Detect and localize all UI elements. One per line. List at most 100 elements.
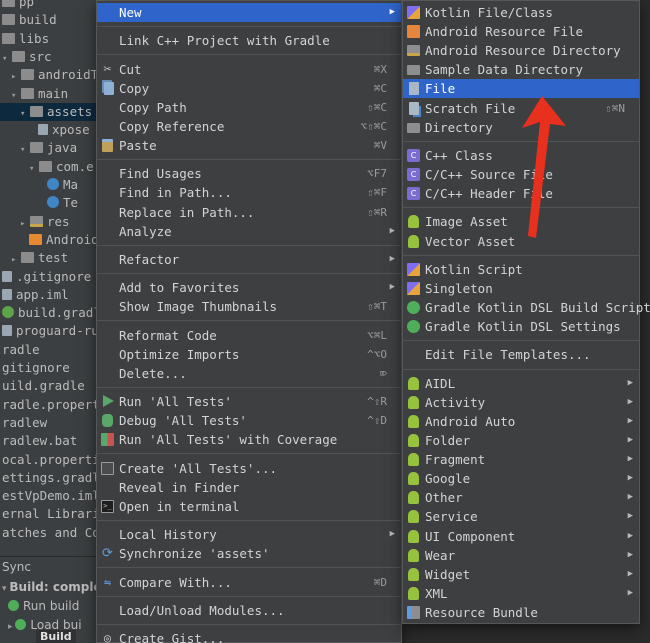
- tree-row-build-gradle[interactable]: build.gradle: [0, 304, 96, 322]
- tree-row-ettings-gradle[interactable]: ettings.gradle: [0, 469, 96, 487]
- menu-item-debug-all-tests[interactable]: Debug 'All Tests' ^⇧D: [97, 411, 401, 430]
- new-menu-item-sample-data-directory[interactable]: Sample Data Directory: [403, 60, 639, 79]
- tree-row-xpose[interactable]: xpose: [0, 121, 90, 139]
- new-menu-item-wear[interactable]: Wear ▶: [403, 546, 639, 565]
- new-menu-item-kotlin-script[interactable]: Kotlin Script: [403, 260, 639, 279]
- new-menu-item-gradle-kotlin-dsl-settings[interactable]: Gradle Kotlin DSL Settings: [403, 317, 639, 336]
- chevron-down-icon[interactable]: ▾: [29, 160, 39, 178]
- new-menu-item-directory[interactable]: Directory: [403, 118, 639, 137]
- new-menu-item-service[interactable]: Service ▶: [403, 507, 639, 526]
- tree-row-radlew-bat[interactable]: radlew.bat: [0, 432, 77, 450]
- new-menu-item-c-c-header-file[interactable]: C C/C++ Header File: [403, 184, 639, 203]
- menu-item-compare-with[interactable]: ⇋ Compare With... ⌘D: [97, 573, 401, 592]
- new-menu-item-file[interactable]: File: [403, 79, 639, 99]
- menu-item-find-in-path[interactable]: Find in Path... ⇧⌘F: [97, 183, 401, 202]
- new-menu-item-android-auto[interactable]: Android Auto ▶: [403, 412, 639, 431]
- new-menu-item-other[interactable]: Other ▶: [403, 488, 639, 507]
- tree-row-androidtes[interactable]: ▸ androidTes: [0, 66, 96, 84]
- tree-row-estvpdemo-iml[interactable]: estVpDemo.iml: [0, 487, 96, 505]
- menu-item-create-all-tests[interactable]: Create 'All Tests'...: [97, 459, 401, 478]
- chevron-right-icon[interactable]: ▸: [20, 215, 30, 233]
- tree-row-atches-and-cons[interactable]: atches and Cons: [0, 524, 96, 542]
- new-menu-item-image-asset[interactable]: Image Asset: [403, 212, 639, 231]
- new-menu-item-android-resource-directory[interactable]: Android Resource Directory: [403, 41, 639, 60]
- chevron-down-icon[interactable]: ▾: [20, 141, 30, 159]
- tree-row-uild-gradle[interactable]: uild.gradle: [0, 377, 85, 395]
- menu-item-link-c-project-with-gradle[interactable]: Link C++ Project with Gradle: [97, 31, 401, 50]
- new-menu-item-folder[interactable]: Folder ▶: [403, 431, 639, 450]
- menu-item-find-usages[interactable]: Find Usages ⌥F7: [97, 164, 401, 183]
- tree-row-gitignore[interactable]: gitignore: [0, 359, 70, 377]
- new-menu-item-xml[interactable]: XML ▶: [403, 584, 639, 603]
- menu-item-synchronize-assets[interactable]: ⟳ Synchronize 'assets': [97, 544, 401, 563]
- tree-row-src[interactable]: ▾ src: [0, 48, 52, 66]
- tree-row-gitignore[interactable]: .gitignore: [0, 268, 91, 286]
- tree-row-android[interactable]: Android: [0, 231, 96, 249]
- new-menu-item-fragment[interactable]: Fragment ▶: [403, 450, 639, 469]
- new-menu-item-vector-asset[interactable]: Vector Asset: [403, 232, 639, 251]
- new-menu-item-aidl[interactable]: AIDL ▶: [403, 374, 639, 393]
- tree-row-proguard-rule[interactable]: proguard-rule: [0, 322, 96, 340]
- menu-item-copy[interactable]: Copy ⌘C: [97, 79, 401, 98]
- new-menu-item-resource-bundle[interactable]: Resource Bundle: [403, 603, 639, 622]
- menu-item-delete[interactable]: Delete... ⌦: [97, 364, 401, 383]
- chevron-down-icon[interactable]: ▾: [2, 50, 12, 68]
- chevron-right-icon[interactable]: ▸: [11, 68, 21, 86]
- menu-item-local-history[interactable]: Local History ▶: [97, 525, 401, 544]
- tree-row-res[interactable]: ▸ res: [0, 213, 70, 231]
- menu-item-copy-reference[interactable]: Copy Reference ⌥⇧⌘C: [97, 117, 401, 136]
- tree-row-assets[interactable]: ▾ assets: [0, 102, 96, 123]
- build-status-row[interactable]: ▾ Build: comple: [2, 578, 102, 596]
- menu-item-copy-path[interactable]: Copy Path ⇧⌘C: [97, 98, 401, 117]
- tree-row-java[interactable]: ▾ java: [0, 139, 77, 157]
- menu-item-show-image-thumbnails[interactable]: Show Image Thumbnails ⇧⌘T: [97, 297, 401, 316]
- new-menu-item-edit-file-templates[interactable]: Edit File Templates...: [403, 345, 639, 364]
- tree-row-ocal-propertie[interactable]: ocal.propertie: [0, 451, 96, 469]
- tree-row-radlew[interactable]: radlew: [0, 414, 47, 432]
- tree-row-ma[interactable]: Ma: [0, 176, 78, 194]
- menu-item-new[interactable]: New ▶: [97, 3, 401, 22]
- menu-item-replace-in-path[interactable]: Replace in Path... ⇧⌘R: [97, 203, 401, 222]
- menu-item-refactor[interactable]: Refactor ▶: [97, 250, 401, 269]
- tree-row-test[interactable]: ▸ test: [0, 249, 68, 267]
- menu-item-add-to-favorites[interactable]: Add to Favorites ▶: [97, 278, 401, 297]
- tree-row-radle[interactable]: radle: [0, 341, 40, 359]
- new-menu-item-singleton[interactable]: Singleton: [403, 279, 639, 298]
- menu-item-optimize-imports[interactable]: Optimize Imports ^⌥O: [97, 345, 401, 364]
- tree-row-com-e[interactable]: ▾ com.e: [0, 158, 94, 176]
- new-menu-item-widget[interactable]: Widget ▶: [403, 565, 639, 584]
- new-menu-item-ui-component[interactable]: UI Component ▶: [403, 527, 639, 546]
- menu-item-load-unload-modules[interactable]: Load/Unload Modules...: [97, 601, 401, 620]
- chevron-down-icon[interactable]: ▾: [11, 87, 21, 105]
- run-build-row[interactable]: Run build: [8, 597, 79, 615]
- tree-row-ernal-libraries[interactable]: ernal Libraries: [0, 505, 96, 523]
- new-menu-item-google[interactable]: Google ▶: [403, 469, 639, 488]
- menu-item-create-gist[interactable]: ◎ Create Gist...: [97, 629, 401, 643]
- tree-row-main[interactable]: ▾ main: [0, 85, 68, 103]
- menu-item-open-in-terminal[interactable]: >_ Open in terminal: [97, 497, 401, 516]
- menu-item-run-all-tests[interactable]: Run 'All Tests' ^⇧R: [97, 392, 401, 411]
- new-menu-item-android-resource-file[interactable]: Android Resource File: [403, 22, 639, 41]
- menu-item-analyze[interactable]: Analyze ▶: [97, 222, 401, 241]
- tree-row-pp[interactable]: pp: [0, 0, 34, 11]
- tree-row-radle-properti[interactable]: radle.properti: [0, 396, 96, 414]
- new-menu-item-scratch-file[interactable]: Scratch File ⇧⌘N: [403, 99, 639, 118]
- chevron-right-icon[interactable]: ▸: [11, 251, 21, 269]
- new-menu-item-kotlin-file-class[interactable]: Kotlin File/Class: [403, 3, 639, 22]
- sync-label[interactable]: Sync: [2, 558, 31, 576]
- tree-row-build[interactable]: build: [0, 11, 57, 29]
- tree-row-libs[interactable]: libs: [0, 30, 49, 48]
- tree-row-te[interactable]: Te: [0, 194, 78, 212]
- new-menu-item-c-class[interactable]: C C++ Class: [403, 146, 639, 165]
- menu-item-reformat-code[interactable]: Reformat Code ⌥⌘L: [97, 326, 401, 345]
- build-tool-tab[interactable]: Build: [36, 630, 76, 643]
- chevron-down-icon[interactable]: ▾: [20, 105, 30, 123]
- tree-row-app-iml[interactable]: app.iml: [0, 286, 69, 304]
- menu-item-cut[interactable]: ✂ Cut ⌘X: [97, 60, 401, 79]
- new-menu-item-gradle-kotlin-dsl-build-script[interactable]: Gradle Kotlin DSL Build Script: [403, 298, 650, 317]
- menu-item-reveal-in-finder[interactable]: Reveal in Finder: [97, 478, 401, 497]
- menu-item-run-all-tests-with-coverage[interactable]: Run 'All Tests' with Coverage: [97, 430, 401, 449]
- menu-item-paste[interactable]: Paste ⌘V: [97, 136, 401, 155]
- new-menu-item-activity[interactable]: Activity ▶: [403, 393, 639, 412]
- new-menu-item-c-c-source-file[interactable]: C C/C++ Source File: [403, 165, 639, 184]
